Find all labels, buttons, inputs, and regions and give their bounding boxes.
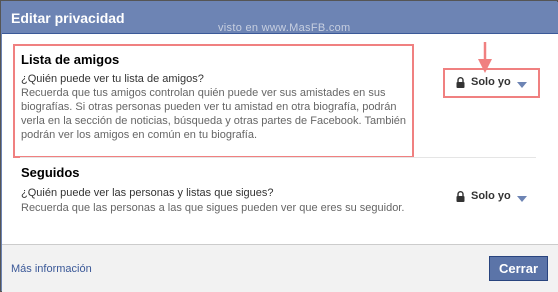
more-info-link[interactable]: Más información: [11, 263, 92, 275]
section-question-following: ¿Quién puede ver las personas y listas q…: [21, 187, 274, 199]
lock-icon: [456, 76, 465, 88]
description-line: verla en la sección de noticias, búsqued…: [21, 115, 407, 127]
section-divider: [20, 157, 536, 158]
audience-label: Solo yo: [471, 76, 511, 88]
section-description-following: Recuerda que las personas a las que sigu…: [21, 201, 421, 215]
audience-label: Solo yo: [471, 190, 511, 202]
description-line: Recuerda que tus amigos controlan quién …: [21, 87, 386, 99]
audience-selector-following[interactable]: Solo yo: [450, 187, 533, 205]
close-button[interactable]: Cerrar: [489, 256, 548, 281]
description-line: Recuerda que las personas a las que sigu…: [21, 202, 405, 214]
section-description-friends-list: Recuerda que tus amigos controlan quién …: [21, 86, 409, 142]
chevron-down-icon: [516, 193, 527, 202]
description-line: podrán ver los amigos en común en tu bio…: [21, 129, 258, 141]
dialog-title: Editar privacidad: [11, 10, 125, 26]
section-title-following: Seguidos: [21, 165, 80, 180]
section-title-friends-list: Lista de amigos: [21, 52, 120, 67]
lock-icon: [456, 190, 465, 202]
arrow-down-icon: [478, 42, 492, 73]
section-question-friends-list: ¿Quién puede ver tu lista de amigos?: [21, 73, 204, 85]
chevron-down-icon: [516, 79, 527, 88]
audience-selector-friends-list[interactable]: Solo yo: [450, 73, 533, 91]
description-line: biografías. Si otras personas pueden ver…: [21, 101, 397, 113]
watermark: visto en www.MasFB.com: [218, 22, 351, 34]
